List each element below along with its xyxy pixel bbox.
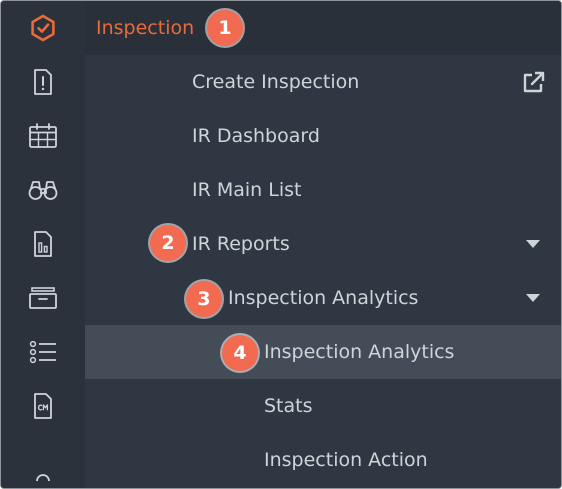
menu-item-inspection-action[interactable]: Inspection Action	[85, 433, 561, 487]
inspection-menu-header[interactable]: Inspection 1	[85, 1, 561, 55]
binoculars-icon[interactable]	[1, 163, 85, 217]
more-icon[interactable]	[1, 471, 85, 488]
menu-item-inspection-analytics-group[interactable]: 3 Inspection Analytics	[85, 271, 561, 325]
menu-item-label: IR Main List	[192, 179, 302, 201]
menu-item-inspection-analytics[interactable]: 4 Inspection Analytics	[85, 325, 561, 379]
icon-rail	[1, 1, 85, 488]
app-logo-icon[interactable]	[1, 1, 85, 55]
chevron-down-icon[interactable]	[526, 294, 540, 302]
step-badge-3: 3	[186, 281, 222, 317]
menu-item-label: IR Reports	[192, 233, 290, 255]
menu-item-label: Inspection Analytics	[228, 287, 419, 309]
menu-item-ir-main-list[interactable]: IR Main List	[85, 163, 561, 217]
menu-item-ir-reports[interactable]: 2 IR Reports	[85, 217, 561, 271]
menu-item-label: Inspection Action	[264, 449, 428, 471]
menu-item-create-inspection[interactable]: Create Inspection	[85, 55, 561, 109]
alert-document-icon[interactable]	[1, 55, 85, 109]
menu-item-label: IR Dashboard	[192, 125, 320, 147]
cm-document-icon[interactable]	[1, 379, 85, 433]
calendar-icon[interactable]	[1, 109, 85, 163]
external-link-icon[interactable]	[519, 69, 547, 97]
page-title: Inspection	[96, 17, 195, 39]
sidebar-navigation: Inspection 1 Create Inspection IR Dashbo…	[0, 0, 562, 489]
menu-item-label: Inspection Analytics	[264, 341, 455, 363]
chevron-down-icon[interactable]	[526, 240, 540, 248]
inspection-menu-panel: Inspection 1 Create Inspection IR Dashbo…	[85, 1, 561, 488]
step-badge-4: 4	[222, 335, 258, 371]
list-icon[interactable]	[1, 325, 85, 379]
menu-item-stats[interactable]: Stats	[85, 379, 561, 433]
menu-item-label: Create Inspection	[192, 71, 360, 93]
report-chart-icon[interactable]	[1, 217, 85, 271]
step-badge-1: 1	[207, 10, 243, 46]
archive-box-icon[interactable]	[1, 271, 85, 325]
menu-item-label: Stats	[264, 395, 313, 417]
menu-item-ir-dashboard[interactable]: IR Dashboard	[85, 109, 561, 163]
step-badge-2: 2	[150, 225, 186, 261]
